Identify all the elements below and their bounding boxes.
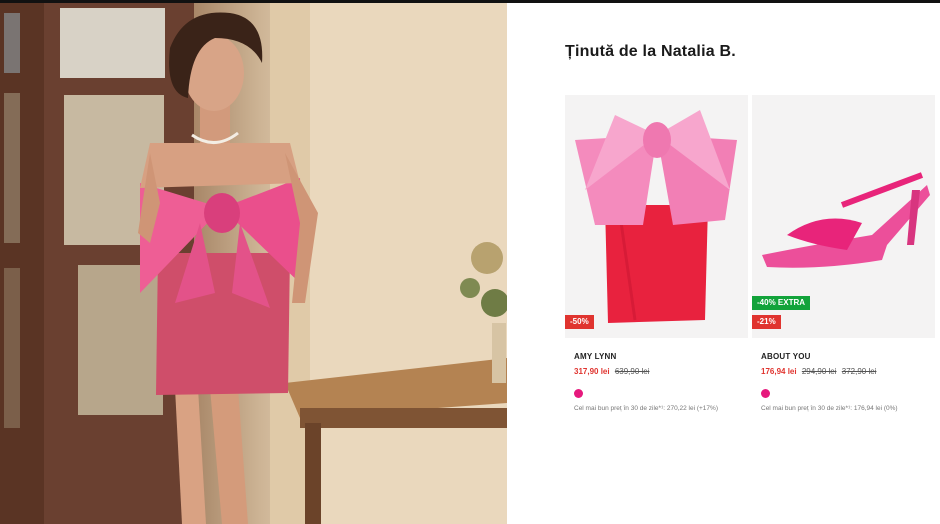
original-price: 294,90 lei <box>801 367 837 376</box>
current-price: 176,94 lei <box>761 367 797 376</box>
original-price: 639,90 lei <box>614 367 650 376</box>
color-swatch[interactable] <box>574 389 583 398</box>
product-card-amy-lynn[interactable]: -50% AMY LYNN 317,90 lei 639,90 lei Cel … <box>565 95 748 412</box>
outfit-panel: Ținută de la Natalia B. -50% AMY LYNN 31… <box>507 3 940 524</box>
model-illustration <box>0 3 507 524</box>
product-card-about-you[interactable]: -40% EXTRA -21% ABOUT YOU 176,94 lei 294… <box>752 95 935 412</box>
color-swatch[interactable] <box>761 389 770 398</box>
dress-illustration <box>565 95 748 338</box>
outfit-photo <box>0 3 507 524</box>
product-image-dress[interactable]: -50% <box>565 95 748 338</box>
current-price: 317,90 lei <box>574 367 610 376</box>
outfit-title: Ținută de la Natalia B. <box>565 43 736 60</box>
discount-badge: -50% <box>565 315 594 329</box>
product-brand[interactable]: ABOUT YOU <box>761 352 935 361</box>
extra-discount-badge: -40% EXTRA <box>752 296 811 310</box>
product-prices: 317,90 lei 639,90 lei <box>574 367 748 376</box>
best-price-note: Cel mai bun preț în 30 de zile*¹: 270,22… <box>574 405 718 412</box>
product-brand[interactable]: AMY LYNN <box>574 352 748 361</box>
discount-badge: -21% <box>752 315 781 329</box>
previous-price: 372,90 lei <box>841 367 877 376</box>
best-price-note: Cel mai bun preț în 30 de zile*¹: 176,94… <box>761 405 898 412</box>
product-prices: 176,94 lei 294,90 lei 372,90 lei <box>761 367 935 376</box>
product-image-sandal[interactable]: -40% EXTRA -21% <box>752 95 935 338</box>
